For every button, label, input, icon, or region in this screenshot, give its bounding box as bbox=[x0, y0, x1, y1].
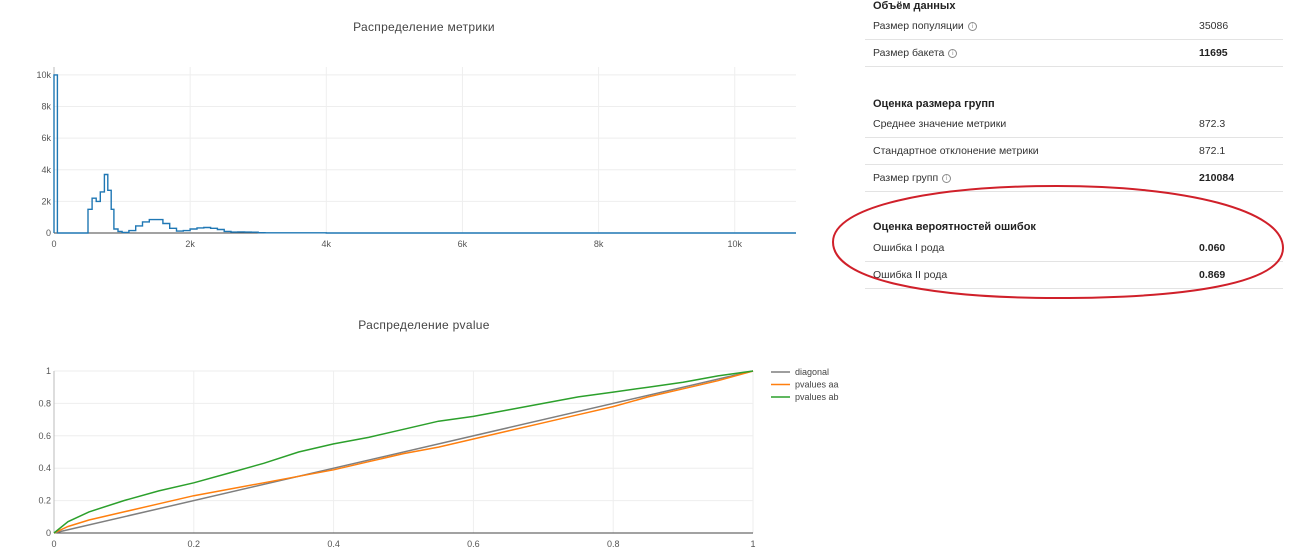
x-tick-label: 6k bbox=[458, 239, 468, 249]
stat-value: 11695 bbox=[1199, 47, 1228, 59]
x-tick-label: 0 bbox=[51, 539, 56, 549]
stat-value: 872.1 bbox=[1199, 145, 1226, 157]
chart-title: Распределение pvalue bbox=[358, 318, 490, 332]
histogram-series-line bbox=[53, 74, 796, 234]
x-tick-label: 0 bbox=[51, 239, 56, 249]
x-tick-label: 0.4 bbox=[327, 539, 340, 549]
stat-value: 35086 bbox=[1199, 20, 1229, 32]
legend-label: diagonal bbox=[795, 367, 829, 377]
y-tick-label: 0.8 bbox=[38, 398, 51, 408]
y-tick-label: 0.4 bbox=[38, 463, 51, 473]
stat-row: Размер бакета i 11695 bbox=[865, 40, 1283, 67]
stat-row: Среднее значение метрики 872.3 bbox=[865, 111, 1283, 138]
info-circle-icon[interactable]: i bbox=[967, 22, 977, 31]
x-tick-label: 0.6 bbox=[467, 539, 480, 549]
legend-label: pvalues aa bbox=[795, 380, 839, 390]
x-tick-label: 2k bbox=[185, 239, 195, 249]
x-tick-label: 8k bbox=[594, 239, 604, 249]
y-tick-label: 4k bbox=[41, 165, 51, 175]
y-tick-label: 1 bbox=[46, 366, 51, 376]
series-line-diagonal bbox=[53, 370, 754, 534]
stat-label: Стандартное отклонение метрики bbox=[873, 145, 1039, 157]
x-tick-label: 1 bbox=[750, 539, 755, 549]
stat-value: 872.3 bbox=[1199, 118, 1226, 130]
x-tick-label: 0.8 bbox=[607, 539, 620, 549]
y-tick-label: 0.2 bbox=[38, 496, 51, 506]
metric-distribution-chart: Распределение метрики 0 2k 4k 6k 8k 10k 0 2k 4k 6… bbox=[36, 20, 796, 249]
x-tick-label: 0.2 bbox=[188, 539, 201, 549]
legend-label: pvalues ab bbox=[795, 392, 839, 402]
y-tick-label: 2k bbox=[41, 196, 51, 206]
y-tick-label: 0.6 bbox=[38, 431, 51, 441]
data-volume-rows: Размер популяции i 35086 Размер бакета i 1169… bbox=[865, 13, 1283, 67]
stat-label: Размер популяции i bbox=[873, 20, 977, 32]
stat-label: Размер бакета i bbox=[873, 47, 958, 59]
section-title-data-volume: Объём данных bbox=[873, 0, 956, 12]
info-circle-icon[interactable]: i bbox=[948, 49, 958, 58]
y-tick-label: 0 bbox=[46, 228, 51, 238]
chart-title: Распределение метрики bbox=[353, 20, 495, 34]
pvalue-distribution-chart: Распределение pvalue 0 0.2 0.4 0.6 0.8 1 0 0.2 0… bbox=[38, 318, 839, 549]
highlight-ellipse bbox=[831, 184, 1285, 300]
x-tick-label: 4k bbox=[322, 239, 332, 249]
y-tick-label: 0 bbox=[46, 528, 51, 538]
stat-label: Среднее значение метрики bbox=[873, 118, 1007, 130]
stat-row: Размер популяции i 35086 bbox=[865, 13, 1283, 40]
y-tick-label: 10k bbox=[36, 70, 51, 80]
y-tick-label: 8k bbox=[41, 102, 51, 112]
section-title-group-size: Оценка размера групп bbox=[873, 98, 995, 110]
stat-row: Стандартное отклонение метрики 872.1 bbox=[865, 138, 1283, 165]
x-tick-label: 10k bbox=[727, 239, 742, 249]
y-tick-label: 6k bbox=[41, 133, 51, 143]
